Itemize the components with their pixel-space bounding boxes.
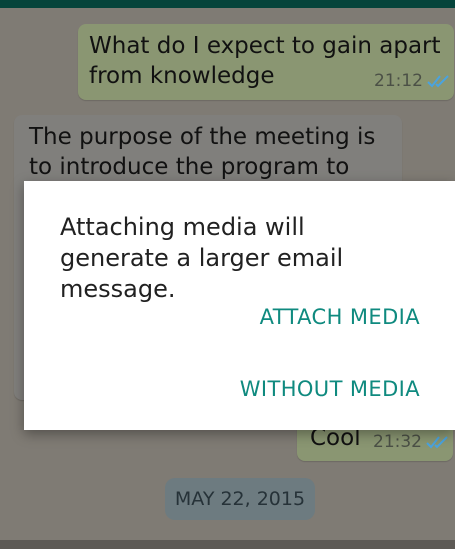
dialog-message: Attaching media will generate a larger e… xyxy=(60,213,344,303)
next-message-edge xyxy=(0,540,455,549)
outgoing-message-bubble[interactable]: What do I expect to gain apart from know… xyxy=(78,24,454,100)
attach-media-dialog: Attaching media will generate a larger e… xyxy=(24,181,455,430)
message-time: 21:32 xyxy=(373,432,422,452)
without-media-button[interactable]: WITHOUT MEDIA xyxy=(240,377,420,401)
attach-media-button[interactable]: ATTACH MEDIA xyxy=(260,305,420,329)
message-text: The purpose of the meeting is to introdu… xyxy=(29,124,376,180)
date-separator: MAY 22, 2015 xyxy=(165,478,315,520)
chat-screen: What do I expect to gain apart from know… xyxy=(0,0,455,549)
message-meta: 21:12 xyxy=(374,71,451,91)
double-check-icon xyxy=(427,74,451,88)
message-time: 21:12 xyxy=(374,71,423,91)
message-meta: 21:32 xyxy=(373,432,450,452)
double-check-icon xyxy=(426,435,450,449)
top-bar xyxy=(0,0,455,8)
